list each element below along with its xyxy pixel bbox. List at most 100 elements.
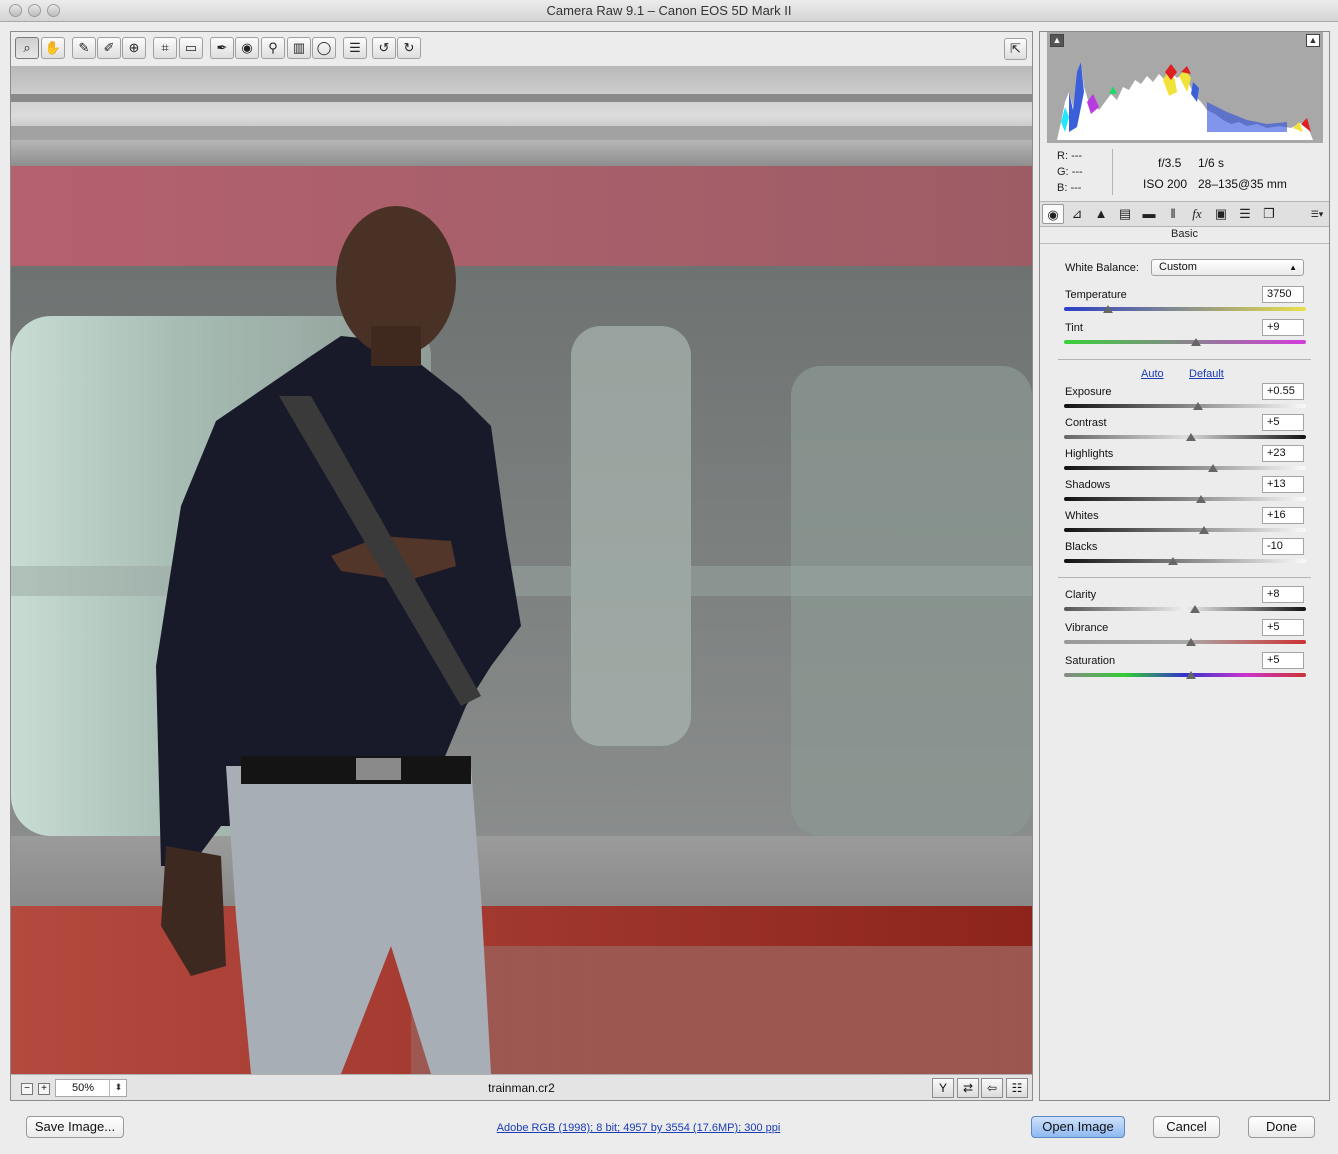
copy-settings-button[interactable]: ⇦ xyxy=(981,1078,1003,1098)
rotate-ccw-tool-button[interactable]: ↺ xyxy=(372,37,396,59)
tab-camera-calibration[interactable]: ▣ xyxy=(1210,204,1232,224)
rotate-left-icon: ↺ xyxy=(378,40,390,55)
hand-tool-button[interactable]: ✋ xyxy=(41,37,65,59)
tab-tone-curve[interactable]: ⊿ xyxy=(1066,204,1088,224)
cancel-button[interactable]: Cancel xyxy=(1153,1116,1220,1138)
saturation-value-field[interactable]: +5 xyxy=(1262,652,1304,669)
tab-lens-corrections[interactable]: ‖ xyxy=(1162,204,1184,224)
shadows-value-field[interactable]: +13 xyxy=(1262,476,1304,493)
white-balance-select[interactable]: Custom ▲ xyxy=(1151,259,1304,276)
exposure-slider-track[interactable] xyxy=(1064,404,1306,408)
select-arrows-icon: ▲ xyxy=(1289,263,1297,272)
tint-value-field[interactable]: +9 xyxy=(1262,319,1304,336)
panel-menu-icon: ☰▾ xyxy=(1310,209,1324,219)
saturation-slider-track[interactable] xyxy=(1064,673,1306,677)
highlight-clipping-warning-button[interactable]: ▲ xyxy=(1306,34,1320,47)
done-button[interactable]: Done xyxy=(1248,1116,1315,1138)
exposure-value-field[interactable]: +0.55 xyxy=(1262,383,1304,400)
shadow-clipping-warning-button[interactable]: ▲ xyxy=(1050,34,1064,47)
contrast-slider-thumb[interactable] xyxy=(1186,433,1197,441)
before-after-icon: Y xyxy=(938,1081,947,1095)
default-link[interactable]: Default xyxy=(1189,368,1224,380)
open-image-button[interactable]: Open Image xyxy=(1031,1116,1125,1138)
fullscreen-icon: ⇱ xyxy=(1010,41,1021,56)
shadows-slider-track[interactable] xyxy=(1064,497,1306,501)
tint-slider-track[interactable] xyxy=(1064,340,1306,344)
clarity-value-field[interactable]: +8 xyxy=(1262,586,1304,603)
exposure-label: Exposure xyxy=(1065,386,1112,398)
magnifier-icon: ⌕ xyxy=(23,40,31,55)
toggle-settings-button[interactable]: ☷ xyxy=(1006,1078,1028,1098)
preferences-tool-button[interactable]: ☰ xyxy=(343,37,367,59)
vibrance-slider-thumb[interactable] xyxy=(1186,638,1197,646)
tab-split-toning[interactable]: ▬ xyxy=(1138,204,1160,224)
contrast-slider-track[interactable] xyxy=(1064,435,1306,439)
highlights-value-field[interactable]: +23 xyxy=(1262,445,1304,462)
auto-link[interactable]: Auto xyxy=(1141,368,1164,380)
panel-tabs: ◉ ⊿ ▲ ▤ ▬ ‖ fx ▣ ☰ ❐ ☰▾ xyxy=(1040,201,1329,227)
tab-basic[interactable]: ◉ xyxy=(1042,204,1064,224)
minimize-window-button[interactable] xyxy=(28,4,41,17)
whites-slider-track[interactable] xyxy=(1064,528,1306,532)
whites-slider-thumb[interactable] xyxy=(1199,526,1210,534)
image-preview[interactable] xyxy=(11,66,1032,1074)
spot-removal-tool-button[interactable]: ✒ xyxy=(210,37,234,59)
tint-slider-thumb[interactable] xyxy=(1190,338,1201,346)
straighten-tool-button[interactable]: ▭ xyxy=(179,37,203,59)
spot-removal-icon: ✒ xyxy=(216,40,228,55)
blacks-slider-track[interactable] xyxy=(1064,559,1306,563)
window-titlebar: Camera Raw 9.1 – Canon EOS 5D Mark II xyxy=(0,0,1338,22)
red-eye-tool-button[interactable]: ◉ xyxy=(235,37,259,59)
highlights-slider-thumb[interactable] xyxy=(1207,464,1218,472)
rotate-cw-tool-button[interactable]: ↻ xyxy=(397,37,421,59)
tab-presets[interactable]: ☰ xyxy=(1234,204,1256,224)
zoom-tool-button[interactable]: ⌕ xyxy=(15,37,39,59)
whites-value-field[interactable]: +16 xyxy=(1262,507,1304,524)
swap-settings-button[interactable]: ⇄ xyxy=(957,1078,979,1098)
clarity-slider-track[interactable] xyxy=(1064,607,1306,611)
saturation-slider-thumb[interactable] xyxy=(1186,671,1197,679)
vibrance-value-field[interactable]: +5 xyxy=(1262,619,1304,636)
highlights-slider-track[interactable] xyxy=(1064,466,1306,470)
blacks-value-field[interactable]: -10 xyxy=(1262,538,1304,555)
panel-title: Basic xyxy=(1040,228,1329,244)
detail-icon: ▲ xyxy=(1094,206,1108,221)
temperature-value-field[interactable]: 3750 xyxy=(1262,286,1304,303)
temperature-label: Temperature xyxy=(1065,289,1127,301)
temperature-slider-thumb[interactable] xyxy=(1102,305,1113,313)
graduated-filter-icon: ▥ xyxy=(292,40,306,55)
white-balance-tool-button[interactable]: ✎ xyxy=(72,37,96,59)
brush-icon: ⚲ xyxy=(268,40,278,55)
aperture-icon: ◉ xyxy=(1047,207,1059,222)
close-window-button[interactable] xyxy=(9,4,22,17)
photo-train-man xyxy=(11,66,1032,1074)
clarity-slider-thumb[interactable] xyxy=(1189,605,1200,613)
color-sampler-tool-button[interactable]: ✐ xyxy=(97,37,121,59)
hsl-icon: ▤ xyxy=(1118,206,1132,221)
before-after-toggle-button[interactable]: Y xyxy=(932,1078,954,1098)
file-name: trainman.cr2 xyxy=(488,1081,555,1095)
adjustment-brush-tool-button[interactable]: ⚲ xyxy=(261,37,285,59)
exposure-slider-thumb[interactable] xyxy=(1193,402,1204,410)
fullscreen-button[interactable]: ⇱ xyxy=(1004,38,1027,60)
shadows-label: Shadows xyxy=(1065,479,1111,491)
blacks-slider-thumb[interactable] xyxy=(1167,557,1178,565)
targeted-adjustment-tool-button[interactable]: ⊕ xyxy=(122,37,146,59)
rotate-right-icon: ↻ xyxy=(403,40,415,55)
lens-info: 28–135@35 mm xyxy=(1198,177,1287,191)
crop-tool-button[interactable]: ⌗ xyxy=(153,37,177,59)
tab-detail[interactable]: ▲ xyxy=(1090,204,1112,224)
tab-effects[interactable]: fx xyxy=(1186,204,1208,224)
shadows-slider-thumb[interactable] xyxy=(1195,495,1206,503)
temperature-slider-track[interactable] xyxy=(1064,307,1306,311)
radial-filter-tool-button[interactable]: ◯ xyxy=(312,37,336,59)
graduated-filter-tool-button[interactable]: ▥ xyxy=(287,37,311,59)
histogram: ▲ ▲ xyxy=(1047,32,1323,143)
tint-label: Tint xyxy=(1065,322,1083,334)
contrast-value-field[interactable]: +5 xyxy=(1262,414,1304,431)
panel-menu-button[interactable]: ☰▾ xyxy=(1308,204,1326,224)
zoom-window-button[interactable] xyxy=(47,4,60,17)
vibrance-slider-track[interactable] xyxy=(1064,640,1306,644)
tab-snapshots[interactable]: ❐ xyxy=(1258,204,1280,224)
tab-hsl[interactable]: ▤ xyxy=(1114,204,1136,224)
